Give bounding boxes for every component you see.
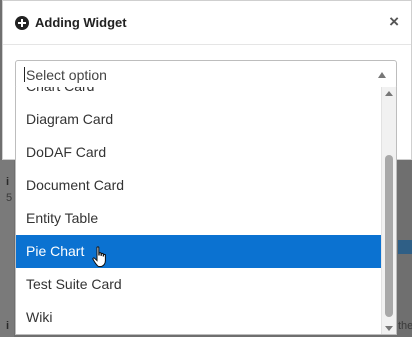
background-text: i — [6, 176, 10, 188]
dropdown-item-diagram-card[interactable]: Diagram Card — [16, 103, 382, 136]
close-icon[interactable]: × — [389, 13, 399, 30]
dropdown-item-wiki[interactable]: Wiki — [16, 301, 382, 334]
background-text: 5 — [6, 192, 13, 204]
text-cursor — [24, 67, 25, 82]
dropdown-item-chart-card[interactable]: Chart Card — [16, 87, 382, 103]
background-text: the — [398, 320, 412, 332]
dialog-header: Adding Widget × — [3, 1, 411, 45]
background-accent — [398, 240, 412, 254]
select-placeholder: Select option — [26, 66, 107, 83]
scrollbar-thumb[interactable] — [385, 155, 393, 317]
scroll-down-arrow-icon[interactable] — [385, 326, 393, 331]
dropdown-list: Chart Card Diagram Card DoDAF Card Docum… — [16, 87, 382, 334]
scroll-up-arrow-icon[interactable] — [385, 91, 393, 96]
dropdown-item-document-card[interactable]: Document Card — [16, 169, 382, 202]
caret-up-icon[interactable] — [378, 72, 386, 78]
dialog-title: Adding Widget — [35, 15, 127, 30]
dropdown-item-test-suite-card[interactable]: Test Suite Card — [16, 268, 382, 301]
hand-pointer-cursor-icon — [92, 246, 106, 267]
dropdown-item-pie-chart[interactable]: Pie Chart — [16, 235, 382, 268]
dropdown-scrollbar[interactable] — [381, 87, 396, 334]
background-text: i — [6, 320, 10, 332]
widget-type-select[interactable]: Select option — [15, 60, 397, 89]
widget-type-dropdown: Chart Card Diagram Card DoDAF Card Docum… — [15, 87, 397, 335]
dropdown-item-entity-table[interactable]: Entity Table — [16, 202, 382, 235]
plus-circle-icon — [15, 15, 29, 30]
dropdown-item-dodaf-card[interactable]: DoDAF Card — [16, 136, 382, 169]
